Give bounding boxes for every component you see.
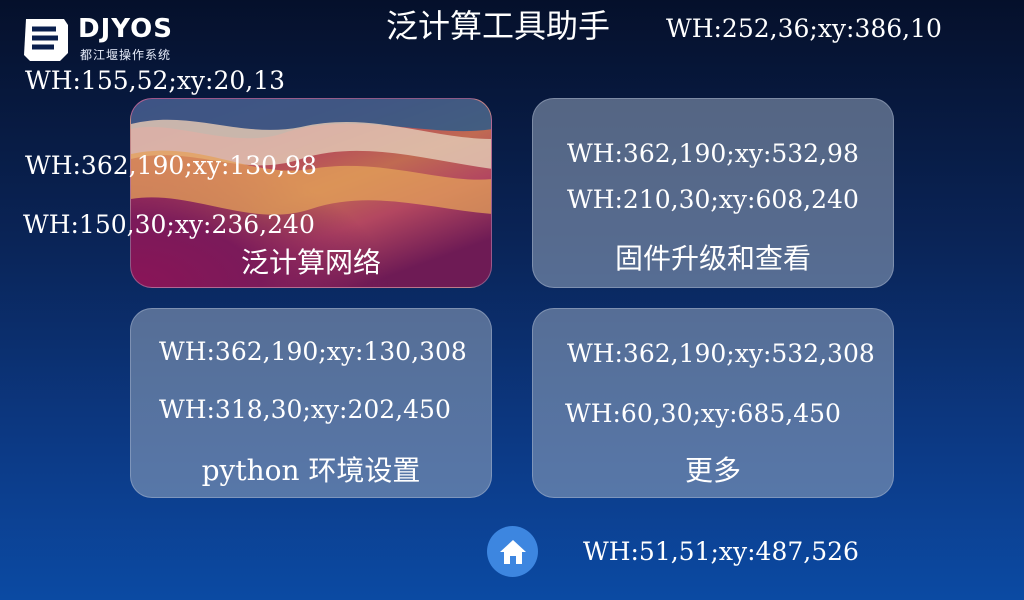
label-annotation: WH:60,30;xy:685,450 bbox=[565, 399, 841, 428]
page-title: 泛计算工具助手 bbox=[386, 7, 611, 45]
card-firmware-upgrade[interactable]: WH:362,190;xy:532,98 WH:210,30;xy:608,24… bbox=[532, 98, 894, 288]
card-label: python 环境设置 bbox=[201, 454, 421, 487]
label-annotation: WH:150,30;xy:236,240 bbox=[23, 210, 315, 239]
logo-mark-icon bbox=[24, 19, 68, 61]
card-more[interactable]: WH:362,190;xy:532,308 WH:60,30;xy:685,45… bbox=[532, 308, 894, 498]
home-button[interactable] bbox=[487, 526, 538, 577]
card-label: 固件升级和查看 bbox=[614, 242, 811, 275]
title-annotation: WH:252,36;xy:386,10 bbox=[666, 14, 942, 43]
card-annotation: WH:362,190;xy:130,98 bbox=[25, 151, 317, 180]
card-compute-network[interactable]: 泛计算网络 bbox=[130, 98, 492, 288]
logo-annotation: WH:155,52;xy:20,13 bbox=[25, 66, 286, 95]
label-annotation: WH:318,30;xy:202,450 bbox=[159, 395, 451, 424]
card-label: 泛计算网络 bbox=[240, 246, 381, 279]
logo-brand: DJYOS bbox=[78, 14, 173, 44]
card-annotation: WH:362,190;xy:532,98 bbox=[567, 139, 859, 168]
card-python-env[interactable]: WH:362,190;xy:130,308 WH:318,30;xy:202,4… bbox=[130, 308, 492, 498]
logo-subtitle: 都江堰操作系统 bbox=[80, 48, 172, 62]
card-annotation: WH:362,190;xy:130,308 bbox=[159, 337, 467, 366]
card-label: 更多 bbox=[684, 454, 741, 487]
home-icon bbox=[499, 539, 526, 564]
label-annotation: WH:210,30;xy:608,240 bbox=[567, 185, 859, 214]
card-annotation: WH:362,190;xy:532,308 bbox=[567, 339, 875, 368]
home-annotation: WH:51,51;xy:487,526 bbox=[583, 537, 859, 566]
